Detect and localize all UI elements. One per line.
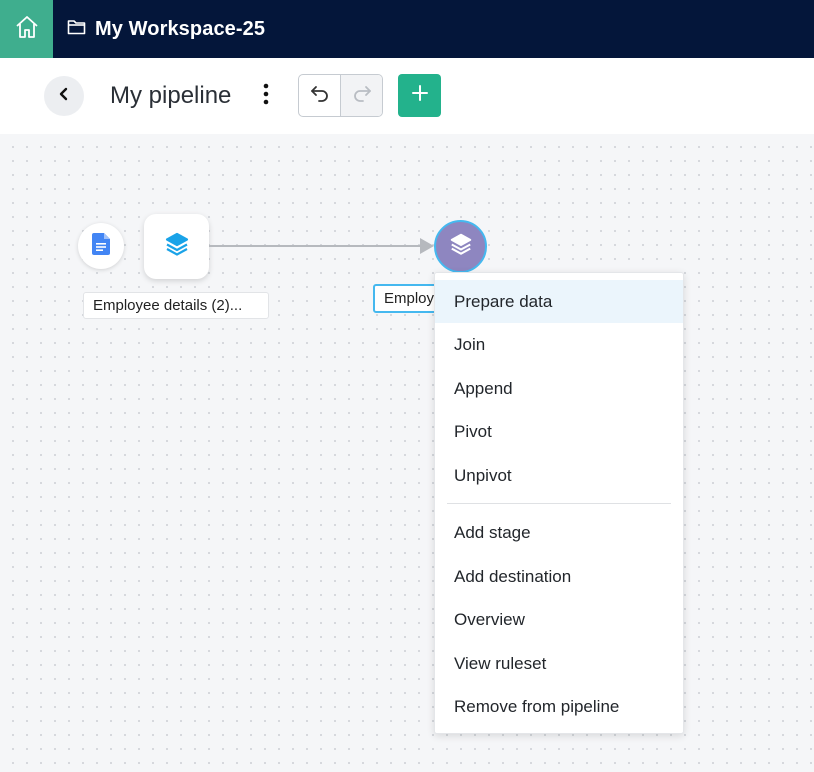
more-options-button[interactable] [256,83,276,109]
menu-divider [447,503,671,504]
dataset-node[interactable] [144,214,209,279]
chevron-left-icon [58,87,70,106]
menu-item-view-ruleset[interactable]: View ruleset [435,642,683,685]
undo-button[interactable] [299,75,340,116]
folder-icon [67,19,86,40]
source-node[interactable] [78,223,124,269]
more-vertical-icon [263,83,269,110]
back-button[interactable] [44,76,84,116]
connector-line [209,245,423,247]
menu-item-remove-from-pipeline[interactable]: Remove from pipeline [435,685,683,728]
document-icon [92,232,110,260]
undo-icon [310,84,330,107]
stage-context-menu: Prepare data Join Append Pivot Unpivot A… [434,272,684,734]
menu-item-unpivot[interactable]: Unpivot [435,454,683,497]
workspace-breadcrumb[interactable]: My Workspace-25 [67,0,265,58]
layers-icon [164,231,190,262]
menu-item-pivot[interactable]: Pivot [435,410,683,453]
top-bar: My Workspace-25 [0,0,814,58]
connector-arrow-icon [420,238,434,254]
menu-item-join[interactable]: Join [435,323,683,366]
menu-item-add-stage[interactable]: Add stage [435,511,683,554]
redo-button[interactable] [340,75,382,116]
menu-item-add-destination[interactable]: Add destination [435,555,683,598]
source-node-label[interactable]: Employee details (2)... [83,292,269,319]
menu-item-prepare-data[interactable]: Prepare data [435,280,683,323]
home-icon [14,14,40,45]
home-button[interactable] [0,0,53,58]
add-button[interactable] [398,74,441,117]
menu-item-overview[interactable]: Overview [435,598,683,641]
redo-icon [352,84,372,107]
workspace-title: My Workspace-25 [95,17,266,40]
plus-icon [411,84,429,107]
stage-node[interactable] [434,220,487,273]
pipeline-toolbar: My pipeline [0,58,814,134]
layers-icon [449,232,473,261]
undo-redo-group [298,74,383,117]
pipeline-title[interactable]: My pipeline [110,82,231,110]
pipeline-canvas[interactable] [0,134,814,772]
menu-item-append[interactable]: Append [435,367,683,410]
